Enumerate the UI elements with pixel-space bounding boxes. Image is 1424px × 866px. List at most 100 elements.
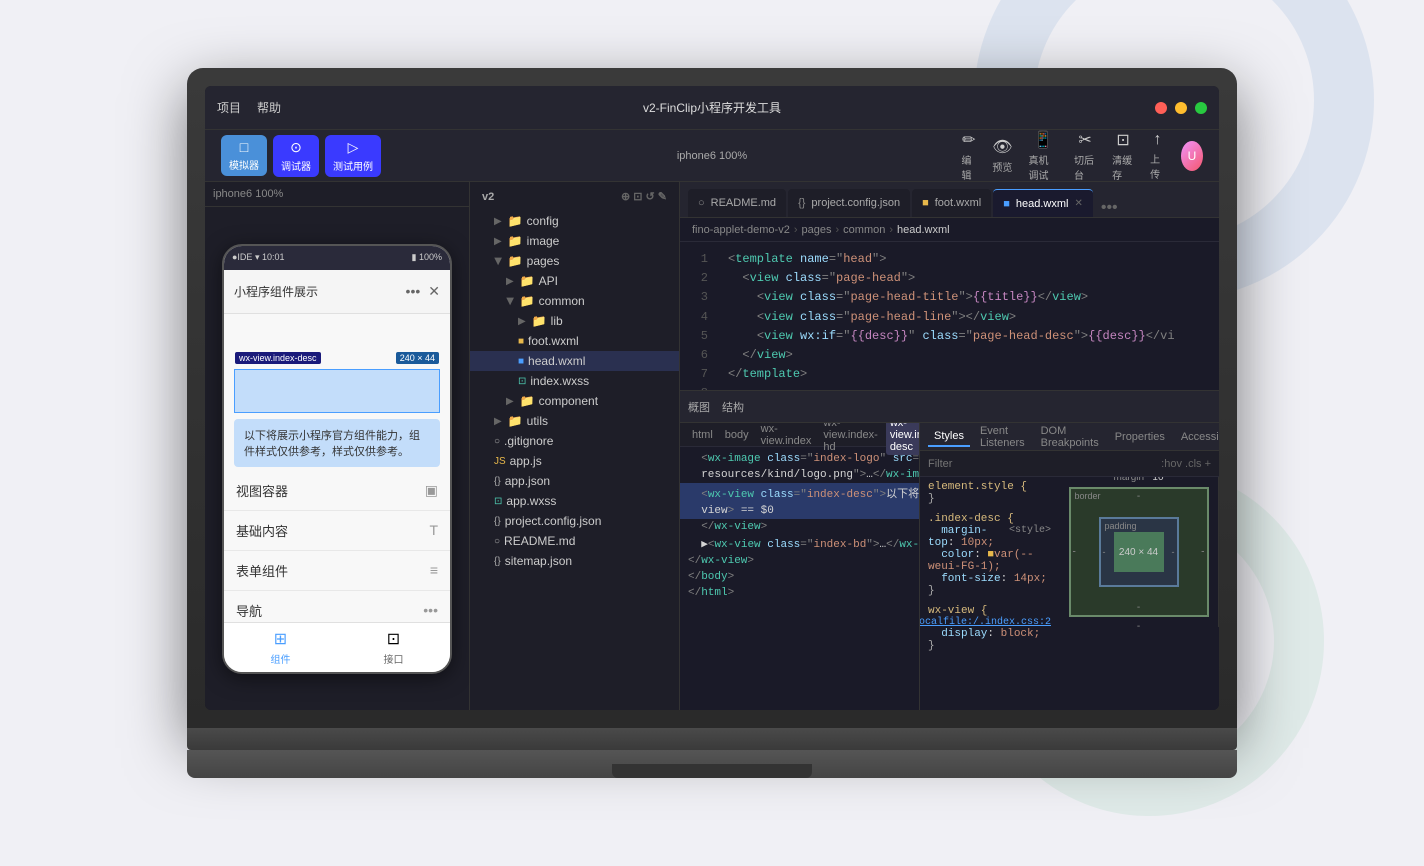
phone-nav-interface[interactable]: ⊡ 接口 — [337, 629, 450, 666]
box-dimensions: 240 × 44 — [1119, 547, 1158, 558]
rule-indexdesc-close: } — [928, 585, 1051, 597]
toolbar-cut-btn[interactable]: ✂ 切后台 — [1074, 130, 1096, 182]
dt-line-5[interactable]: </wx-view> — [680, 519, 919, 535]
html-tag-body[interactable]: body — [721, 427, 753, 443]
menu-project[interactable]: 项目 — [217, 99, 241, 116]
toolbar-upload-btn[interactable]: ↑ 上传 — [1150, 131, 1165, 181]
tab-head-wxml[interactable]: ■ head.wxml ✕ — [993, 189, 1093, 217]
tree-item-app-js[interactable]: JS app.js — [470, 451, 679, 471]
styles-tab-events[interactable]: Event Listeners — [974, 423, 1031, 452]
html-tag-html[interactable]: html — [688, 427, 717, 443]
window-minimize-btn[interactable] — [1175, 102, 1187, 114]
tree-item-utils[interactable]: ▶ 📁 utils — [470, 411, 679, 431]
html-tag-wx-view-index[interactable]: wx-view.index — [757, 423, 816, 449]
breadcrumb-sep-3: › — [889, 224, 893, 236]
utils-arrow: ▶ — [494, 416, 502, 427]
tab-more-btn[interactable]: ••• — [1095, 199, 1124, 217]
tab-project-config[interactable]: {} project.config.json — [788, 189, 910, 217]
tree-item-project-config[interactable]: {} project.config.json — [470, 511, 679, 531]
dt-line-1[interactable]: <wx-image class="index-logo" src="../res… — [680, 451, 919, 467]
preview2-icon: 👁 — [992, 137, 1012, 157]
tree-item-common[interactable]: ▶ 📁 common — [470, 291, 679, 311]
style-rule-wx-view: wx-view { localfile:/.index.css:2 displa… — [928, 605, 1051, 652]
style-rule-element: element.style { } — [928, 481, 1051, 505]
upload-icon: ↑ — [1154, 131, 1162, 149]
phone-nav-components[interactable]: ⊞ 组件 — [224, 629, 337, 666]
window-maximize-btn[interactable] — [1195, 102, 1207, 114]
menu-help[interactable]: 帮助 — [257, 99, 281, 116]
projectconfig-icon: {} — [494, 516, 501, 527]
tree-item-image[interactable]: ▶ 📁 image — [470, 231, 679, 251]
dt-line-2[interactable]: resources/kind/logo.png">…</wx-image> — [680, 467, 919, 483]
appjs-icon: JS — [494, 456, 506, 467]
tab-foot-wxml[interactable]: ■ foot.wxml — [912, 189, 991, 217]
lib-label: lib — [551, 314, 563, 328]
tree-item-app-json[interactable]: {} app.json — [470, 471, 679, 491]
box-inner: padding - - 240 × 44 — [1099, 517, 1179, 587]
dt-line-8[interactable]: </body> — [680, 569, 919, 585]
tree-item-app-wxss[interactable]: ⊡ app.wxss — [470, 491, 679, 511]
toolbar-preview2-btn[interactable]: 👁 预览 — [992, 137, 1012, 174]
phone-close-icon[interactable]: ✕ — [428, 283, 440, 300]
tree-item-pages[interactable]: ▶ 📁 pages — [470, 251, 679, 271]
styles-tab-a11y[interactable]: Accessibility — [1175, 428, 1219, 446]
padding-left: - — [1103, 547, 1106, 557]
tab-headwxml-close[interactable]: ✕ — [1074, 198, 1082, 209]
rule-wxview-close: } — [928, 640, 1051, 652]
tree-item-component[interactable]: ▶ 📁 component — [470, 391, 679, 411]
utils-label: utils — [527, 414, 548, 428]
window-close-btn[interactable] — [1155, 102, 1167, 114]
tree-item-gitignore[interactable]: ○ .gitignore — [470, 431, 679, 451]
dt-line-9[interactable]: </html> — [680, 585, 919, 601]
readme-icon: ○ — [494, 536, 500, 547]
rule-indexdesc-prop2: color: ■var(--weui-FG-1); — [928, 549, 1051, 573]
phone: ●IDE ▾ 10:01 ▮ 100% 小程序组件展示 ••• ✕ — [222, 244, 452, 674]
styles-tab-props[interactable]: Properties — [1109, 428, 1171, 446]
toolbar-debug-btn[interactable]: ⊙ 调试器 — [273, 135, 319, 177]
toolbar-test-btn[interactable]: ▷ 测试用例 — [325, 135, 381, 177]
api-folder-icon: 📁 — [520, 274, 535, 288]
main-content: iphone6 100% ●IDE ▾ 10:01 ▮ 100% 小程序组件展示 — [205, 182, 1219, 710]
tree-item-config[interactable]: ▶ 📁 config — [470, 211, 679, 231]
section-content-title: 基础内容 — [236, 521, 288, 540]
tree-item-readme[interactable]: ○ README.md — [470, 531, 679, 551]
code-main: 1 2 3 4 5 6 7 8 <templ — [680, 242, 1219, 710]
tree-item-sitemap[interactable]: {} sitemap.json — [470, 551, 679, 571]
html-breadcrumb: html body wx-view.index wx-view.index-hd… — [680, 423, 919, 447]
test-label: 测试用例 — [333, 158, 373, 173]
section-views-icon: ▣ — [425, 482, 438, 499]
box-model-label: margin 10 — [1069, 477, 1209, 483]
toolbar-edit-btn[interactable]: ✏ 编辑 — [961, 130, 976, 182]
dt-line-4[interactable]: view> == $0 — [680, 503, 919, 519]
dt-line-7[interactable]: </wx-view> — [680, 553, 919, 569]
config-arrow: ▶ — [494, 216, 502, 227]
toolbar-preview-btn[interactable]: □ 模拟器 — [221, 135, 267, 176]
dt-line-3[interactable]: <wx-view class="index-desc">以下将展示小程序官方组件… — [680, 483, 919, 503]
user-avatar[interactable]: U — [1181, 141, 1203, 171]
section-forms-title: 表单组件 — [236, 561, 288, 580]
code-content[interactable]: <template name="head"> <view class="page… — [716, 242, 1219, 390]
devtools-panel: 概图 结构 html body wx-view.index — [680, 390, 1219, 710]
edit-label: 编辑 — [961, 152, 976, 182]
styles-tab-styles[interactable]: Styles — [928, 427, 970, 447]
tree-item-foot-wxml[interactable]: ■ foot.wxml — [470, 331, 679, 351]
common-folder-icon: 📁 — [520, 294, 535, 308]
image-arrow: ▶ — [494, 236, 502, 247]
phone-more-icon[interactable]: ••• — [406, 283, 421, 300]
devtools-left: html body wx-view.index wx-view.index-hd… — [680, 423, 919, 710]
styles-filter-input[interactable] — [928, 458, 1153, 470]
toolbar-device-btn[interactable]: 📱 真机调试 — [1029, 130, 1058, 182]
tree-item-lib[interactable]: ▶ 📁 lib — [470, 311, 679, 331]
devtools-tab-styles-label: 结构 — [722, 399, 744, 415]
box-margin-bottom: - — [1069, 621, 1209, 632]
tab-readme[interactable]: ○ README.md — [688, 189, 786, 217]
dt-line-6[interactable]: ▶<wx-view class="index-bd">…</wx-view> — [680, 535, 919, 553]
tree-item-head-wxml[interactable]: ■ head.wxml — [470, 351, 679, 371]
tree-item-api[interactable]: ▶ 📁 API — [470, 271, 679, 291]
file-tree-actions[interactable]: ⊕ ⊡ ↺ ✎ — [621, 190, 667, 203]
code-line-2: <view class="page-head"> — [728, 269, 1207, 288]
phone-title-bar: 小程序组件展示 ••• ✕ — [224, 270, 450, 314]
tree-item-index-wxss[interactable]: ⊡ index.wxss — [470, 371, 679, 391]
toolbar-save-btn[interactable]: ⊡ 清缓存 — [1112, 130, 1134, 182]
styles-tab-dom[interactable]: DOM Breakpoints — [1035, 423, 1105, 452]
